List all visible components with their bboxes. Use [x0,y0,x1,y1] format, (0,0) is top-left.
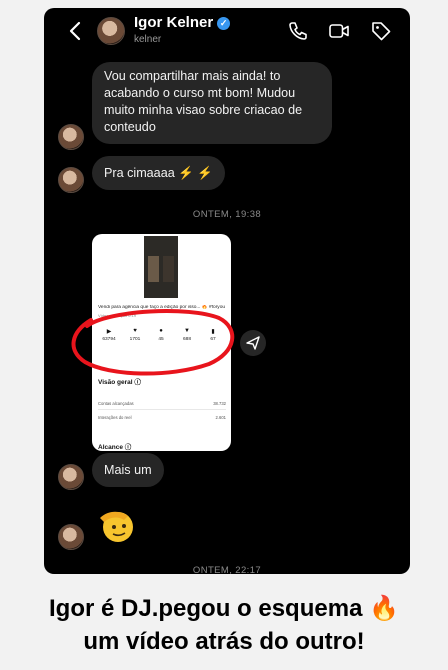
verified-badge-icon: ✓ [217,17,231,30]
saluting-face-emoji-icon[interactable] [98,506,136,544]
red-highlight-circle [71,309,235,376]
info-icon: ⓘ [124,444,132,451]
message-bubble-1[interactable]: Vou compartilhar mais ainda! to acabando… [92,62,332,144]
row-value: 2.601 [215,415,226,420]
reach-label: Alcance [98,444,123,451]
message-bubble-3[interactable]: Mais um [92,453,164,487]
info-icon: ⓘ [134,379,141,386]
row-label: Contas alcançadas [98,401,134,406]
contact-username: kelner [134,34,162,45]
dm-conversation-screen: Igor Kelner ✓ kelner Vou compartilhar mai… [44,8,410,574]
reel-thumbnail [144,236,178,298]
story-caption-line-2: um vídeo atrás do outro! [83,628,365,655]
message-text: Mais um [104,463,152,477]
tag-icon[interactable] [370,20,392,42]
message-bubble-2[interactable]: Pra cimaaaa ⚡ ⚡ [92,156,226,190]
message-text: Vou compartilhar mais ainda! to acabando… [104,69,303,134]
contact-name-text: Igor Kelner [134,14,214,31]
chat-header: Igor Kelner ✓ kelner [44,8,410,54]
story-screenshot: Igor Kelner ✓ kelner Vou compartilhar mai… [0,0,448,670]
sender-avatar[interactable] [58,524,84,550]
insight-row-accounts-reached: Contas alcançadas 38.732 [98,401,226,406]
overview-heading: Visão geral ⓘ [98,376,141,386]
sender-avatar[interactable] [58,167,84,193]
insight-row-reel-interactions: Interações do reel 2.601 [98,415,226,420]
sender-avatar[interactable] [58,464,84,490]
divider [98,409,226,410]
video-call-icon[interactable] [328,20,350,42]
sender-avatar[interactable] [58,124,84,150]
send-icon [246,336,260,350]
share-reel-button[interactable] [240,330,266,356]
reach-heading: Alcance ⓘ [98,441,131,451]
contact-name[interactable]: Igor Kelner ✓ [134,14,231,31]
phone-call-icon[interactable] [287,20,309,42]
overview-label: Visão geral [98,379,133,386]
back-arrow-icon[interactable] [66,20,84,42]
message-text: Pra cimaaaa ⚡ ⚡ [104,166,214,180]
row-value: 38.732 [213,401,226,406]
header-avatar[interactable] [97,17,125,45]
timestamp: ONTEM, 22:17 [192,565,262,574]
story-caption-line-1: Igor é DJ.pegou o esquema 🔥 [49,595,399,622]
row-label: Interações do reel [98,415,132,420]
timestamp: ONTEM, 19:38 [192,209,262,220]
